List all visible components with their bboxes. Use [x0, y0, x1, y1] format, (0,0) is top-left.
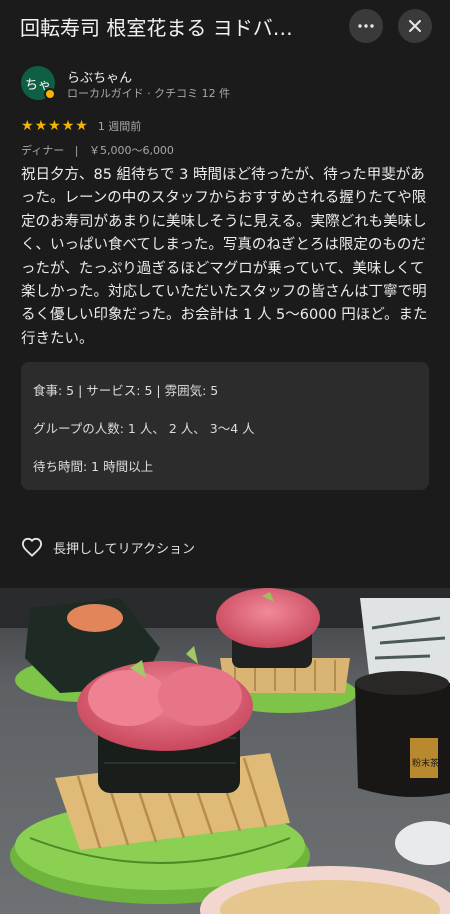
star-rating: ★ ★ ★ ★ ★: [21, 119, 89, 133]
review-date: 1 週間前: [97, 120, 142, 133]
meta-separator: |: [74, 144, 79, 157]
review-author[interactable]: ちゃ らぶちゃん ローカルガイド · クチコミ 12 件: [21, 66, 431, 102]
heart-outline-icon: [21, 537, 43, 557]
review-photo[interactable]: 粉末茶: [0, 588, 450, 914]
close-button[interactable]: [398, 9, 432, 43]
price-range: ￥5,000～6,000: [88, 144, 174, 157]
header-bar: 回転寿司 根室花まる ヨドバ…: [0, 0, 450, 52]
detail-group-size: グループの人数: 1 人、 2 人、 3～4 人: [33, 421, 255, 436]
rating-row: ★ ★ ★ ★ ★ 1 週間前: [21, 118, 141, 134]
review-meta: ディナー | ￥5,000～6,000: [21, 142, 174, 158]
review-text: 祝日夕方、85 組待ちで 3 時間ほど待ったが、待った甲斐があった。レーンの中の…: [21, 167, 428, 347]
more-options-button[interactable]: [349, 9, 383, 43]
star-icon: ★: [34, 118, 48, 134]
close-icon: [409, 20, 421, 32]
place-title: 回転寿司 根室花まる ヨドバ…: [20, 16, 293, 40]
reaction-button[interactable]: 長押ししてリアクション: [21, 536, 195, 558]
star-icon: ★: [75, 118, 88, 134]
author-subtitle: ローカルガイド · クチコミ 12 件: [67, 87, 231, 100]
tin-label: 粉末茶: [412, 757, 439, 769]
author-name[interactable]: らぶちゃん: [67, 67, 132, 86]
star-icon: ★: [48, 118, 61, 134]
detail-wait-time: 待ち時間: 1 時間以上: [33, 459, 154, 474]
review-details-card: 食事: 5 | サービス: 5 | 雰囲気: 5 グループの人数: 1 人、 2…: [21, 362, 429, 490]
star-icon: ★: [21, 118, 34, 134]
local-guide-badge-icon: [44, 88, 56, 100]
reaction-label: 長押ししてリアクション: [53, 541, 195, 557]
detail-ratings: 食事: 5 | サービス: 5 | 雰囲気: 5: [33, 383, 219, 398]
star-icon: ★: [61, 118, 75, 134]
more-horizontal-icon: [358, 24, 374, 28]
sushi-photo-image: 粉末茶: [0, 588, 450, 914]
meal-type: ディナー: [21, 144, 65, 157]
